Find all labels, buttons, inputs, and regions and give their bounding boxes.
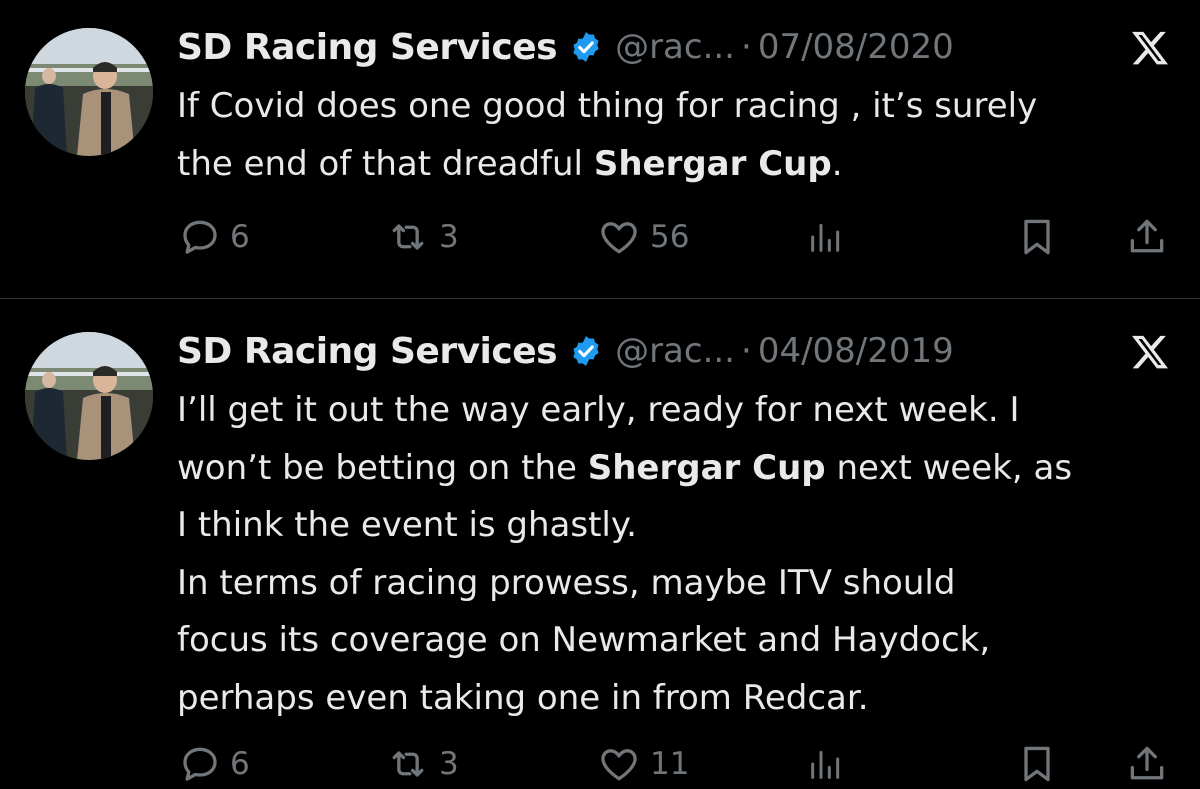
like-button[interactable]: 56: [596, 215, 689, 259]
reply-count: 6: [230, 219, 250, 255]
reply-icon: [183, 220, 217, 254]
handle[interactable]: @rac...: [615, 331, 735, 371]
share-button[interactable]: [1125, 215, 1169, 259]
verified-badge-icon: [573, 336, 599, 366]
bookmark-icon: [1024, 746, 1050, 782]
text-segment: .: [831, 143, 843, 184]
views-icon: [811, 750, 840, 779]
tweet-text: I’ll get it out the way early, ready for…: [177, 382, 1177, 727]
views-icon: [811, 223, 840, 252]
retweet-count: 3: [439, 219, 459, 255]
action-bar: 6 3 56: [0, 215, 1200, 261]
display-name[interactable]: SD Racing Services: [177, 331, 558, 372]
text-segment: the end of that dreadful: [177, 143, 594, 184]
text-segment: next week, as: [825, 447, 1073, 488]
separator: ·: [741, 27, 752, 67]
bookmark-button[interactable]: [1015, 215, 1059, 259]
handle[interactable]: @rac...: [615, 27, 735, 67]
reply-count: 6: [230, 746, 250, 782]
reply-button[interactable]: 6: [178, 215, 250, 259]
text-line: I’ll get it out the way early, ready for…: [177, 390, 1020, 430]
action-bar: 6 3 11: [0, 742, 1200, 788]
timestamp[interactable]: 07/08/2020: [758, 27, 954, 67]
like-button[interactable]: 11: [596, 742, 689, 786]
text-segment: won’t be betting on the: [177, 447, 588, 488]
separator: ·: [741, 331, 752, 371]
like-count: 11: [650, 746, 690, 782]
tweet[interactable]: SD Racing Services @rac... · 07/08/2020 …: [0, 0, 1200, 298]
retweet-icon: [392, 224, 424, 250]
retweet-button[interactable]: 3: [385, 742, 459, 786]
share-icon: [1130, 746, 1164, 780]
like-count: 56: [650, 219, 690, 255]
x-logo-icon: [1132, 31, 1168, 65]
share-icon: [1130, 219, 1164, 253]
text-line: I think the event is ghastly.: [177, 505, 637, 545]
tweet-header: SD Racing Services @rac... · 04/08/2019: [177, 326, 954, 376]
retweet-count: 3: [439, 746, 459, 782]
avatar[interactable]: [25, 28, 153, 156]
retweet-button[interactable]: 3: [385, 215, 459, 259]
tweet-text: If Covid does one good thing for racing …: [177, 78, 1177, 193]
views-button[interactable]: [806, 215, 846, 259]
timestamp[interactable]: 04/08/2019: [758, 331, 954, 371]
bold-phrase: Shergar Cup: [593, 143, 832, 184]
avatar[interactable]: [25, 332, 153, 460]
share-button[interactable]: [1125, 742, 1169, 786]
views-button[interactable]: [806, 742, 846, 786]
bold-phrase: Shergar Cup: [587, 447, 826, 488]
retweet-icon: [392, 751, 424, 777]
bookmark-button[interactable]: [1015, 742, 1059, 786]
x-logo-icon: [1132, 335, 1168, 369]
display-name[interactable]: SD Racing Services: [177, 27, 558, 68]
text-line: focus its coverage on Newmarket and Hayd…: [177, 620, 991, 660]
like-icon: [601, 749, 637, 781]
reply-icon: [183, 747, 217, 781]
text-line: the end of that dreadful Shergar Cup.: [177, 136, 1177, 194]
tweet[interactable]: SD Racing Services @rac... · 04/08/2019 …: [0, 299, 1200, 789]
like-icon: [601, 222, 637, 254]
verified-badge-icon: [573, 32, 599, 62]
text-line: In terms of racing prowess, maybe ITV sh…: [177, 562, 956, 603]
bookmark-icon: [1024, 219, 1050, 255]
text-line: won’t be betting on the Shergar Cup next…: [177, 440, 1177, 498]
tweet-header: SD Racing Services @rac... · 07/08/2020: [177, 22, 954, 72]
text-line: If Covid does one good thing for racing …: [177, 86, 1038, 126]
text-line: perhaps even taking one in from Redcar.: [177, 677, 869, 718]
reply-button[interactable]: 6: [178, 742, 250, 786]
